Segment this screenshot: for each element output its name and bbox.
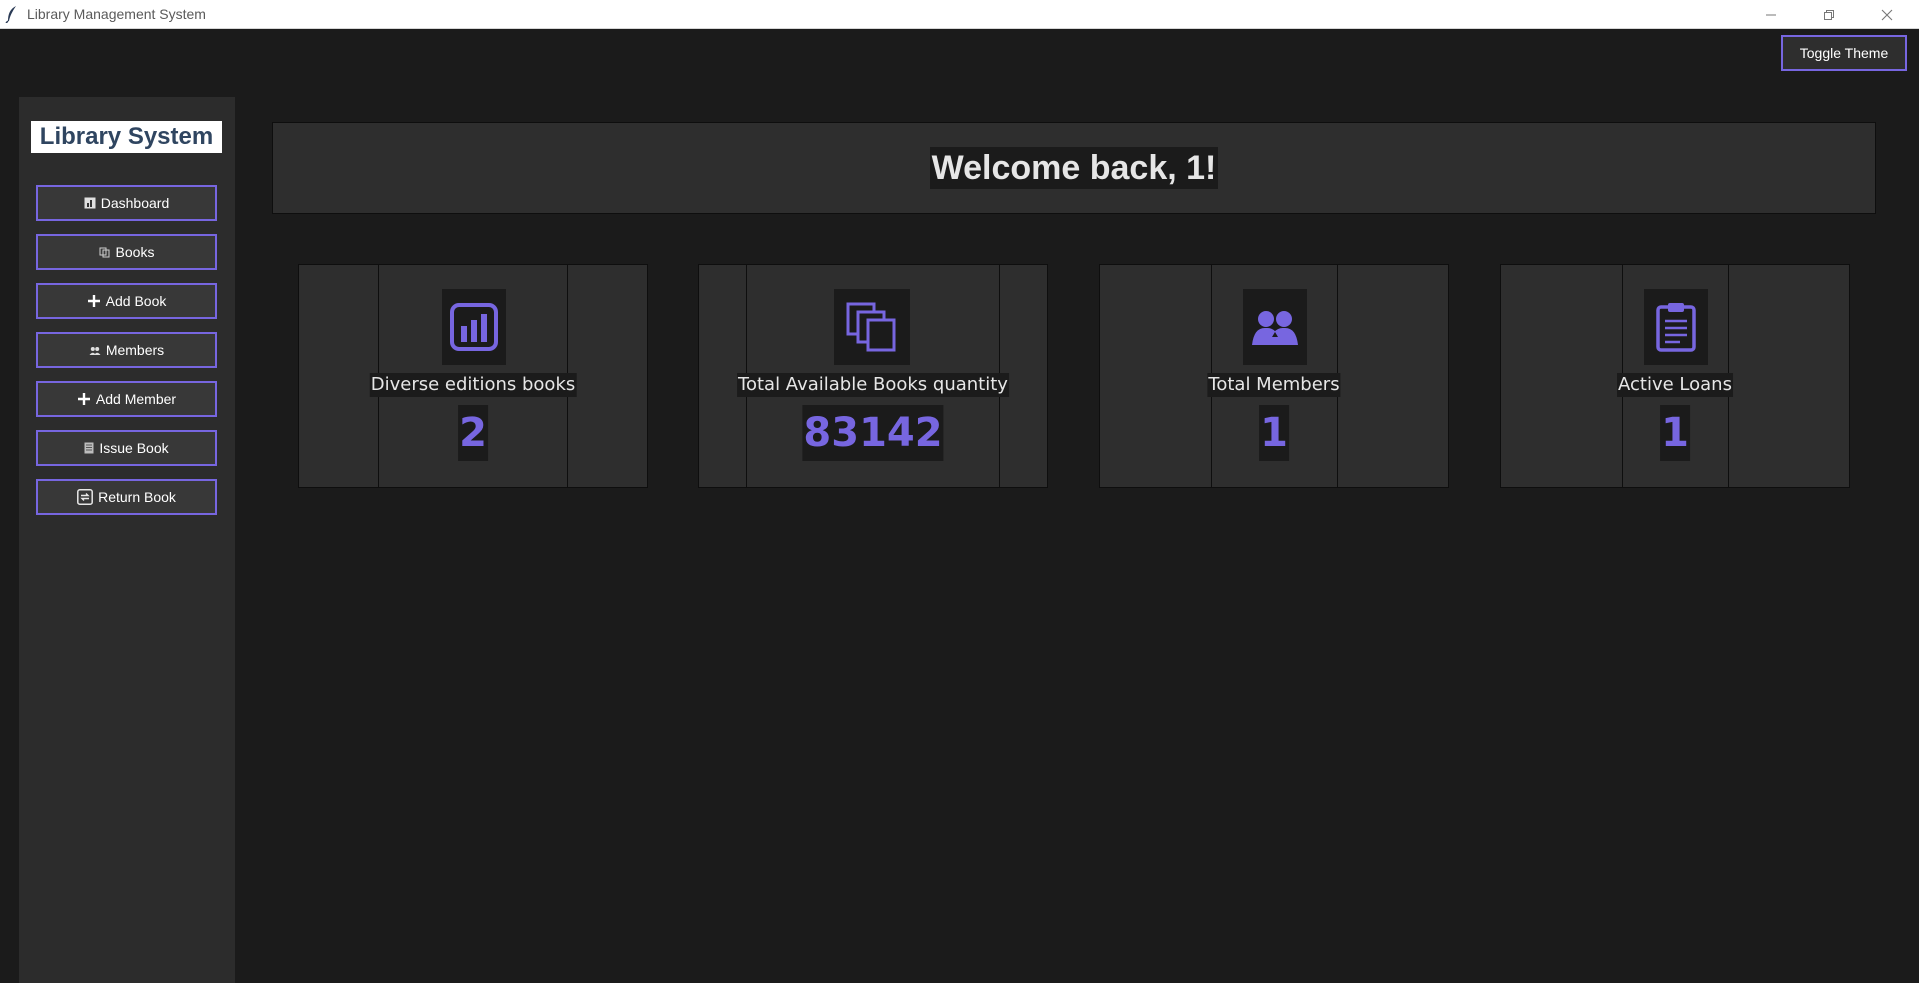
- dashboard-icon: [84, 197, 96, 209]
- sidebar-item-books[interactable]: Books: [36, 234, 217, 270]
- stat-value: 2: [458, 405, 488, 461]
- books-icon: [99, 246, 111, 258]
- stat-value: 1: [1660, 405, 1690, 461]
- sidebar-item-members[interactable]: Members: [36, 332, 217, 368]
- sidebar-item-label: Members: [105, 342, 165, 358]
- stat-card-diverse-editions: Diverse editions books 2: [298, 264, 648, 488]
- stat-card-active-loans: Active Loans 1: [1500, 264, 1850, 488]
- close-button[interactable]: [1858, 0, 1916, 29]
- stat-value: 83142: [802, 405, 944, 461]
- stacked-books-icon: [834, 289, 910, 365]
- window-titlebar: Library Management System: [0, 0, 1919, 29]
- window-title: Library Management System: [27, 6, 206, 22]
- stat-value: 1: [1259, 405, 1289, 461]
- issue-icon: [84, 442, 94, 454]
- stat-label: Active Loans: [1617, 373, 1733, 397]
- stat-label: Total Available Books quantity: [737, 373, 1009, 397]
- sidebar-item-dashboard[interactable]: Dashboard: [36, 185, 217, 221]
- clipboard-icon: [1644, 289, 1708, 365]
- sidebar-item-label: Add Member: [95, 391, 177, 407]
- stat-card-total-members: Total Members 1: [1099, 264, 1449, 488]
- members-icon: [89, 344, 101, 356]
- bar-chart-icon: [442, 289, 506, 365]
- sidebar-item-label: Return Book: [98, 489, 176, 505]
- plus-icon: [77, 392, 91, 406]
- stat-card-total-available: Total Available Books quantity 83142: [698, 264, 1048, 488]
- sidebar-item-add-book[interactable]: Add Book: [36, 283, 217, 319]
- restore-button[interactable]: [1800, 0, 1858, 29]
- welcome-panel: Welcome back, 1!: [272, 122, 1876, 214]
- toggle-theme-button[interactable]: Toggle Theme: [1781, 35, 1907, 71]
- return-icon: [77, 489, 94, 505]
- sidebar-item-return-book[interactable]: Return Book: [36, 479, 217, 515]
- sidebar-item-issue-book[interactable]: Issue Book: [36, 430, 217, 466]
- feather-icon: [4, 5, 20, 24]
- sidebar-item-label: Dashboard: [100, 195, 170, 211]
- stat-label: Total Members: [1207, 373, 1341, 397]
- sidebar-item-label: Add Book: [105, 293, 167, 309]
- welcome-heading: Welcome back, 1!: [929, 147, 1219, 189]
- minimize-icon: [1765, 9, 1777, 21]
- sidebar-item-label: Books: [115, 244, 155, 260]
- minimize-button[interactable]: [1742, 0, 1800, 29]
- members-icon: [1243, 289, 1307, 365]
- sidebar-brand: Library System: [31, 121, 222, 153]
- sidebar-item-label: Issue Book: [99, 440, 169, 456]
- stat-label: Diverse editions books: [369, 373, 577, 397]
- restore-icon: [1823, 9, 1835, 21]
- close-icon: [1881, 9, 1893, 21]
- plus-icon: [87, 294, 101, 308]
- sidebar: Library System Dashboard Books Add Book …: [19, 97, 235, 983]
- sidebar-item-add-member[interactable]: Add Member: [36, 381, 217, 417]
